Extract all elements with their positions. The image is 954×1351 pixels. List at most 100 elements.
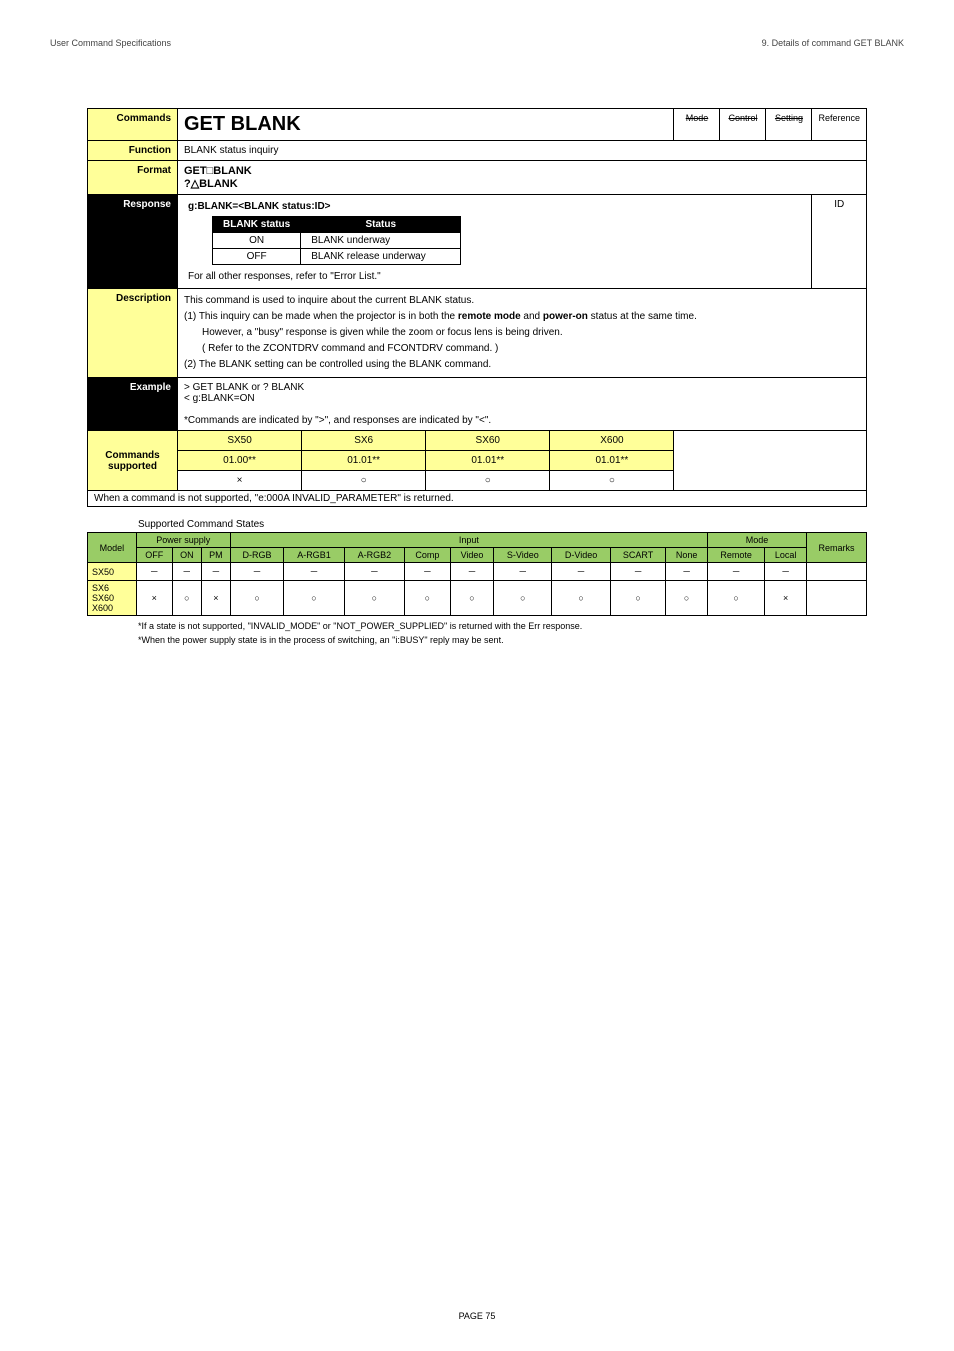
states-hdr-input: Input: [230, 533, 707, 548]
states-subheader: None: [666, 548, 708, 563]
states-subheader: PM: [201, 548, 230, 563]
states-cell: －: [552, 563, 611, 581]
example-line: < g:BLANK=ON: [184, 393, 860, 404]
sup-m-1: ○: [302, 471, 426, 491]
states-subheader: Comp: [405, 548, 451, 563]
states-table: Model Power supply Input Mode Remarks OF…: [87, 532, 867, 616]
sup-m-2: ○: [426, 471, 550, 491]
states-subheader: D-Video: [552, 548, 611, 563]
status-k-0: ON: [213, 233, 301, 249]
states-subheader: A-RGB2: [344, 548, 404, 563]
description-line: This command is used to inquire about th…: [184, 293, 860, 309]
format-line-1: GET□BLANK: [184, 165, 860, 177]
example-line: [184, 404, 860, 415]
page-header: User Command Specifications 9. Details o…: [50, 38, 904, 48]
response-cell: g:BLANK=<BLANK status:ID> BLANK status S…: [178, 195, 812, 289]
states-cell: －: [284, 563, 344, 581]
sup-val-1: 01.01**: [302, 451, 426, 471]
sup-hdr-2: SX60: [426, 431, 550, 451]
states-title: Supported Command States: [138, 519, 904, 530]
states-hdr-mode: Mode: [707, 533, 806, 548]
states-subheader: SCART: [610, 548, 665, 563]
sup-m-3: ○: [550, 471, 674, 491]
states-subheader: Video: [450, 548, 494, 563]
states-cell: ○: [707, 581, 764, 616]
label-description: Description: [88, 289, 178, 378]
states-cell: ○: [284, 581, 344, 616]
format-line-2: ?△BLANK: [184, 177, 860, 190]
commands-supported-row: Commands supported SX50 SX6 SX60 X600: [88, 431, 867, 451]
states-cell: ○: [405, 581, 451, 616]
status-k-1: OFF: [213, 249, 301, 265]
states-cell: ×: [201, 581, 230, 616]
states-model-cell: SX6 SX60 X600: [88, 581, 137, 616]
states-cell: －: [405, 563, 451, 581]
states-cell: ×: [765, 581, 807, 616]
commands-supported-marks: × ○ ○ ○: [88, 471, 867, 491]
label-example: Example: [88, 378, 178, 431]
label-function: Function: [88, 141, 178, 161]
states-cell: －: [494, 563, 552, 581]
states-hdr-model: Model: [88, 533, 137, 563]
header-right: 9. Details of command GET BLANK: [762, 38, 904, 48]
reference-header: Reference: [812, 109, 867, 141]
states-model-cell: SX50: [88, 563, 137, 581]
states-remarks-cell: [807, 581, 867, 616]
states-cell: ○: [344, 581, 404, 616]
states-cell: －: [136, 563, 172, 581]
status-th-blank: BLANK status: [213, 217, 301, 233]
control-header: Control: [720, 109, 766, 141]
command-title: GET BLANK: [178, 109, 674, 141]
states-cell: －: [610, 563, 665, 581]
states-cell: ○: [552, 581, 611, 616]
description-line: However, a "busy" response is given whil…: [184, 325, 860, 341]
main-spec-table: Commands GET BLANK Mode Control Setting …: [87, 108, 867, 507]
sup-hdr-3: X600: [550, 431, 674, 451]
sup-val-3: 01.01**: [550, 451, 674, 471]
description-line: (1) This inquiry can be made when the pr…: [184, 309, 860, 325]
states-cell: ○: [494, 581, 552, 616]
label-response: Response: [88, 195, 178, 289]
states-subheader: A-RGB1: [284, 548, 344, 563]
status-row: ON BLANK underway: [213, 233, 461, 249]
states-cell: －: [666, 563, 708, 581]
states-subheader: D-RGB: [230, 548, 283, 563]
label-format: Format: [88, 161, 178, 195]
states-cell: ○: [450, 581, 494, 616]
sup-m-0: ×: [178, 471, 302, 491]
function-text: BLANK status inquiry: [178, 141, 867, 161]
label-commands-supported: Commands supported: [88, 431, 178, 491]
footnote-2: *When the power supply state is in the p…: [138, 634, 904, 648]
states-remarks-cell: [807, 563, 867, 581]
states-subheader: OFF: [136, 548, 172, 563]
states-subheader: S-Video: [494, 548, 552, 563]
states-cell: ○: [230, 581, 283, 616]
example-cell: > GET BLANK or ? BLANK< g:BLANK=ON *Comm…: [178, 378, 867, 431]
states-cell: －: [201, 563, 230, 581]
description-cell: This command is used to inquire about th…: [178, 289, 867, 378]
description-line: (2) The BLANK setting can be controlled …: [184, 357, 860, 373]
header-left: User Command Specifications: [50, 38, 171, 48]
footnotes: *If a state is not supported, "INVALID_M…: [138, 620, 904, 647]
states-hdr-power: Power supply: [136, 533, 230, 548]
states-subheader: Remote: [707, 548, 764, 563]
sup-hdr-0: SX50: [178, 431, 302, 451]
example-line: > GET BLANK or ? BLANK: [184, 382, 860, 393]
status-v-1: BLANK release underway: [301, 249, 461, 265]
states-cell: －: [450, 563, 494, 581]
states-hdr-remarks: Remarks: [807, 533, 867, 563]
states-cell: ×: [136, 581, 172, 616]
sup-val-2: 01.01**: [426, 451, 550, 471]
states-cell: －: [765, 563, 807, 581]
states-subheader: Local: [765, 548, 807, 563]
mode-header: Mode: [674, 109, 720, 141]
page-footer: PAGE 75: [0, 1311, 954, 1321]
status-v-0: BLANK underway: [301, 233, 461, 249]
states-cell: －: [344, 563, 404, 581]
id-cell: ID: [812, 195, 867, 289]
status-th-status: Status: [301, 217, 461, 233]
label-commands: Commands: [88, 109, 178, 141]
states-cell: －: [172, 563, 201, 581]
status-table: BLANK status Status ON BLANK underway OF…: [212, 216, 461, 265]
description-line: ( Refer to the ZCONTDRV command and FCON…: [184, 341, 860, 357]
